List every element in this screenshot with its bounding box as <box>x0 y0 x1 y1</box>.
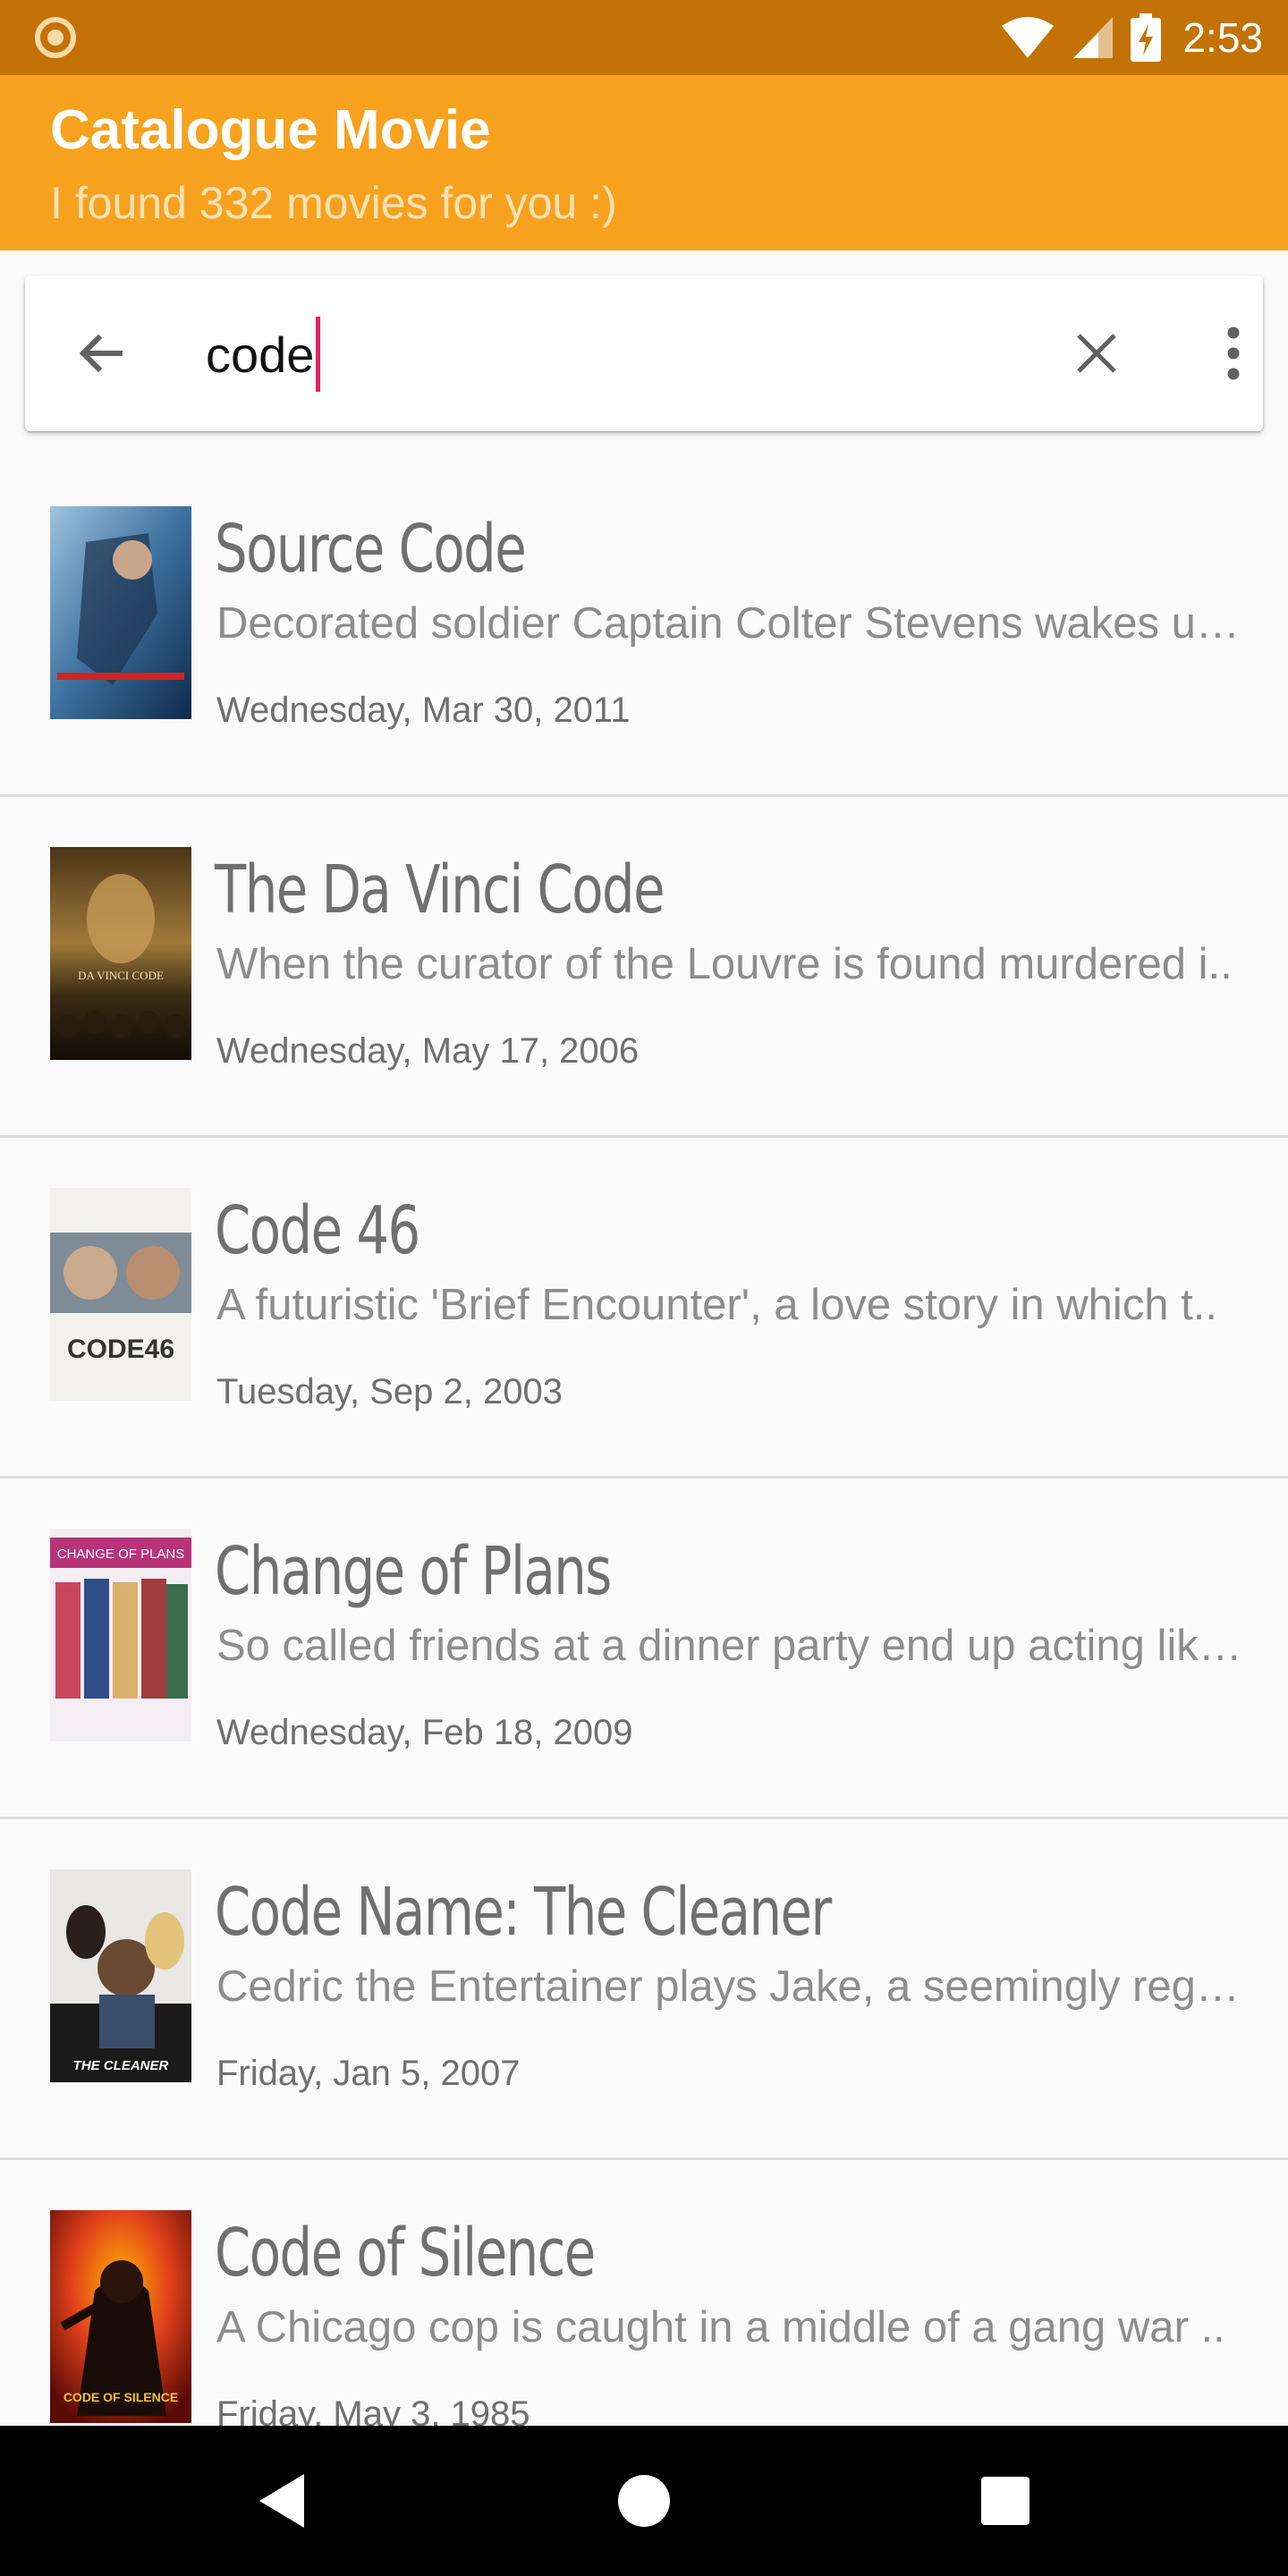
movie-title: Code of Silence <box>215 2215 596 2292</box>
movie-list: Source Code Decorated soldier Captain Co… <box>0 456 1288 2426</box>
more-vert-icon[interactable] <box>1202 322 1265 385</box>
search-input[interactable]: code <box>206 313 321 395</box>
text-cursor <box>316 317 321 392</box>
list-item[interactable]: CHANGE OF PLANS Change of Plans So calle… <box>0 1479 1288 1819</box>
list-item[interactable]: Source Code Decorated soldier Captain Co… <box>0 456 1288 797</box>
movie-title: The Da Vinci Code <box>215 852 665 928</box>
app-title: Catalogue Movie <box>50 99 491 161</box>
movie-overview: A Chicago cop is caught in a middle of a… <box>216 2303 1225 2351</box>
notification-dot-icon <box>35 17 76 58</box>
movie-overview: When the curator of the Louvre is found … <box>216 940 1233 988</box>
movie-release-date: Wednesday, Mar 30, 2011 <box>216 691 631 730</box>
movie-title: Change of Plans <box>215 1533 612 1610</box>
movie-overview: A futuristic 'Brief Encounter', a love s… <box>216 1281 1217 1329</box>
list-item[interactable]: CODE OF SILENCE Code of Silence A Chicag… <box>0 2160 1288 2426</box>
search-query[interactable]: code <box>206 326 314 384</box>
clear-icon[interactable] <box>1070 326 1123 380</box>
app-subtitle: I found 332 movies for you :) <box>50 178 617 228</box>
movie-release-date: Wednesday, May 17, 2006 <box>216 1031 640 1071</box>
movie-title: Code Name: The Cleaner <box>215 1874 832 1951</box>
poster-caption: CODE OF SILENCE <box>64 2390 178 2404</box>
movie-release-date: Tuesday, Sep 2, 2003 <box>216 1372 563 1411</box>
movie-poster: CHANGE OF PLANS <box>50 1529 191 1741</box>
movie-overview: Decorated soldier Captain Colter Stevens… <box>216 599 1245 648</box>
list-item[interactable]: THE CLEANER Code Name: The Cleaner Cedri… <box>0 1819 1288 2160</box>
poster-caption: CHANGE OF PLANS <box>57 1546 185 1562</box>
poster-caption: THE CLEANER <box>73 2058 169 2073</box>
poster-caption: CODE46 <box>67 1335 174 1364</box>
cell-signal-icon <box>1073 17 1114 58</box>
list-item[interactable]: DA VINCI CODE The Da Vinci Code When the… <box>0 797 1288 1138</box>
movie-poster <box>50 506 191 719</box>
back-icon[interactable] <box>247 2465 318 2537</box>
movie-poster: CODE OF SILENCE <box>50 2210 191 2423</box>
status-time: 2:53 <box>1182 14 1263 61</box>
battery-charging-icon <box>1131 13 1162 62</box>
screen: 2:53 Catalogue Movie I found 332 movies … <box>0 0 1288 2576</box>
app-bar: Catalogue Movie I found 332 movies for y… <box>0 75 1288 250</box>
recents-icon[interactable] <box>970 2465 1041 2537</box>
movie-overview: So called friends at a dinner party end … <box>216 1622 1245 1670</box>
movie-overview: Cedric the Entertainer plays Jake, a see… <box>216 1962 1245 2011</box>
list-item[interactable]: CODE46 Code 46 A futuristic 'Brief Encou… <box>0 1138 1288 1479</box>
status-bar: 2:53 <box>0 0 1288 75</box>
movie-poster: CODE46 <box>50 1188 191 1401</box>
movie-release-date: Friday, Jan 5, 2007 <box>216 2054 521 2093</box>
navigation-bar <box>0 2426 1288 2576</box>
movie-poster: THE CLEANER <box>50 1869 191 2082</box>
poster-caption: DA VINCI CODE <box>78 969 164 982</box>
movie-poster: DA VINCI CODE <box>50 847 191 1060</box>
movie-title: Source Code <box>215 511 527 588</box>
movie-release-date: Wednesday, Feb 18, 2009 <box>216 1713 633 1752</box>
search-bar: code <box>25 275 1263 431</box>
wifi-icon <box>1002 17 1055 58</box>
back-arrow-icon[interactable] <box>73 326 127 380</box>
home-icon[interactable] <box>608 2465 680 2537</box>
movie-release-date: Friday, May 3, 1985 <box>216 2394 530 2426</box>
movie-title: Code 46 <box>215 1192 420 1269</box>
